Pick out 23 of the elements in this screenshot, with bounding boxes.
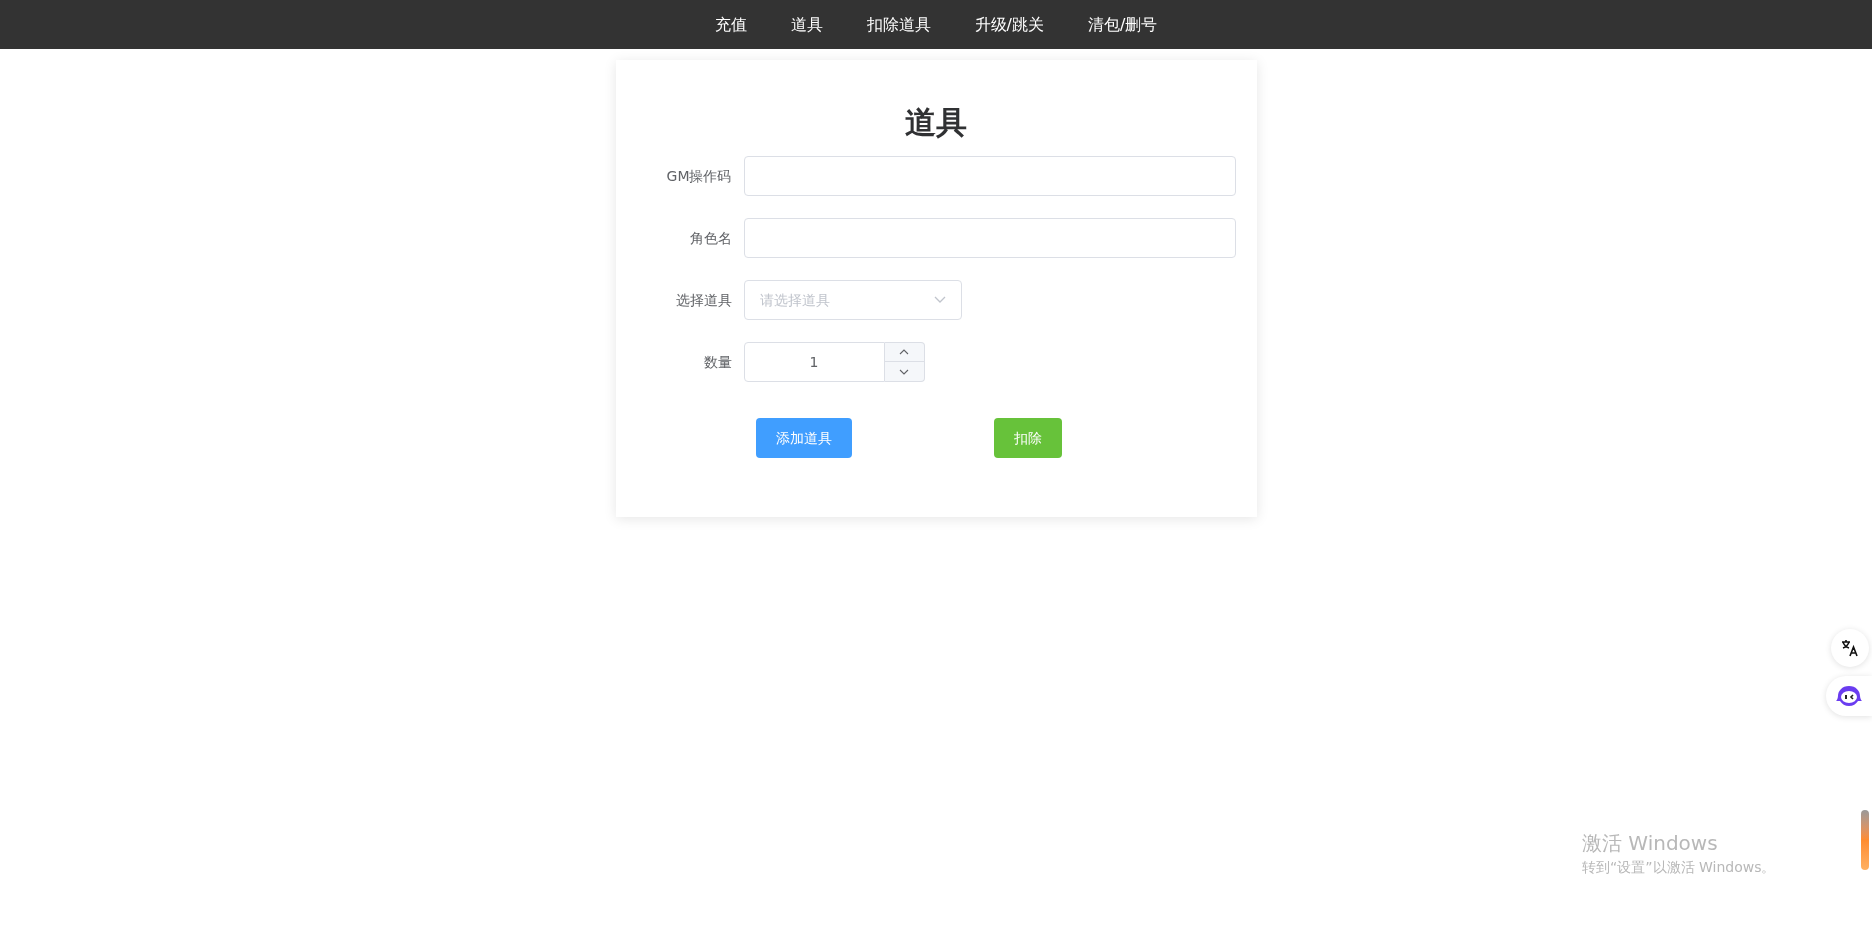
field-label: 角色名	[688, 228, 733, 248]
chevron-down-icon	[933, 296, 946, 304]
assistant-icon[interactable]	[1826, 676, 1872, 716]
number-field[interactable]: 1	[743, 342, 885, 382]
nav-link[interactable]: 充值	[712, 12, 749, 37]
chevron-down-icon	[899, 368, 909, 375]
translate-icon[interactable]	[1831, 629, 1869, 667]
chevron-up-icon	[899, 349, 909, 355]
activation-message: 转到“设置”以激活 Windows。	[1582, 858, 1776, 877]
nav-link[interactable]: 升级/跳关	[972, 12, 1046, 37]
text-field[interactable]	[743, 156, 1236, 196]
increment-button[interactable]	[884, 342, 925, 362]
nav-link[interactable]: 道具	[788, 12, 825, 37]
text-field[interactable]	[743, 218, 1236, 258]
field-label: 选择道具	[674, 290, 733, 310]
activation-title: 激活 Windows	[1582, 830, 1719, 856]
nav-link[interactable]: 扣除道具	[864, 12, 933, 37]
scroll-widget-drawing	[1861, 810, 1869, 870]
page-title: 道具	[905, 103, 967, 142]
decrement-button[interactable]	[884, 362, 925, 382]
field-label: 数量	[702, 352, 733, 372]
nav-link[interactable]: 清包/删号	[1086, 12, 1160, 37]
field-label: GM操作码	[665, 166, 733, 186]
